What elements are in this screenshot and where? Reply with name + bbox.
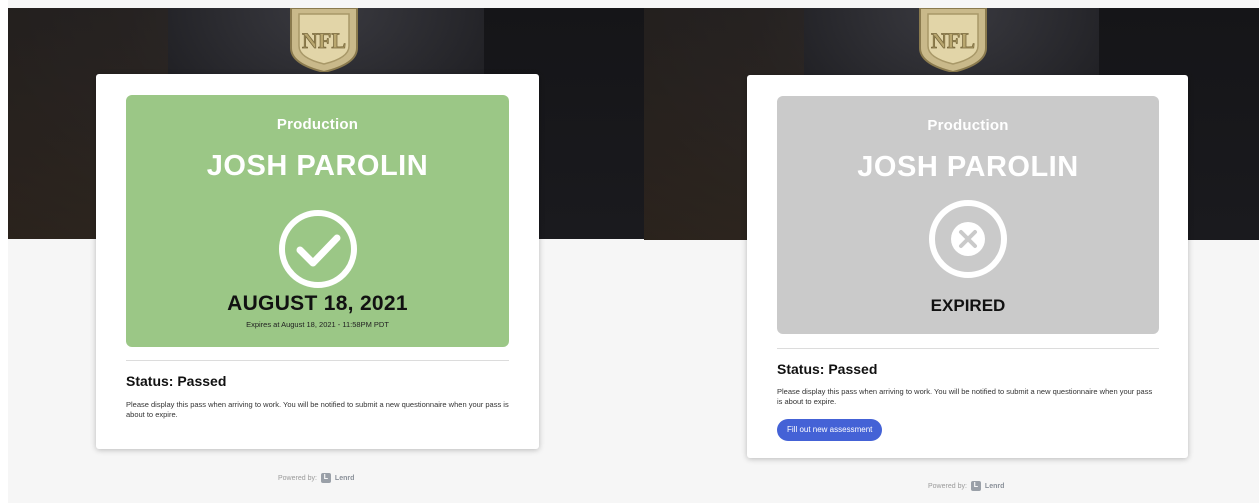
status-text: Status: Passed (126, 373, 227, 389)
pass-status-panel: Production JOSH PAROLIN AUGUST 18, 2021 … (126, 95, 509, 347)
brand-name: Lenrd (984, 482, 1005, 490)
brand-name: Lenrd (334, 474, 355, 482)
powered-by-label: Powered by: (928, 482, 967, 490)
expired-label: EXPIRED (930, 296, 1006, 315)
powered-by: Powered by: L Lenrd (928, 481, 1004, 491)
x-circle-icon (929, 200, 1007, 278)
check-circle-icon (278, 210, 357, 288)
pass-card: Production JOSH PAROLIN AUGUST 18, 2021 … (96, 74, 539, 449)
left-pass-screen: NFL Production JOSH PAROLIN AUGUST 18, 2… (8, 0, 644, 503)
logo-text: NFL (302, 28, 346, 53)
expiration-text: Expires at August 18, 2021 - 11:58PM PDT (246, 320, 389, 329)
right-pass-screen: NFL Production JOSH PAROLIN EXPIRED Stat… (644, 0, 1259, 503)
employee-name: JOSH PAROLIN (206, 150, 429, 182)
fill-out-assessment-button[interactable]: Fill out new assessment (777, 419, 883, 441)
status-text: Status: Passed (777, 361, 878, 377)
employee-name: JOSH PAROLIN (857, 151, 1079, 183)
logo-text: NFL (931, 28, 975, 53)
pass-date: AUGUST 18, 2021 (227, 292, 408, 315)
department-label: Production (927, 117, 1009, 134)
notice-text: Please display this pass when arriving t… (777, 387, 1153, 406)
notice-text: Please display this pass when arriving t… (126, 400, 509, 419)
divider (126, 360, 509, 361)
divider (777, 348, 1159, 349)
nfl-shield-logo: NFL (919, 8, 987, 72)
lenrd-logo-icon: L (320, 473, 331, 483)
department-label: Production (276, 116, 359, 133)
powered-by-label: Powered by: (278, 474, 317, 482)
powered-by: Powered by: L Lenrd (278, 473, 354, 483)
pass-status-panel: Production JOSH PAROLIN EXPIRED (777, 96, 1159, 334)
pass-card: Production JOSH PAROLIN EXPIRED Status: … (747, 75, 1188, 458)
nfl-shield-logo: NFL (290, 8, 358, 72)
lenrd-logo-icon: L (970, 481, 981, 491)
